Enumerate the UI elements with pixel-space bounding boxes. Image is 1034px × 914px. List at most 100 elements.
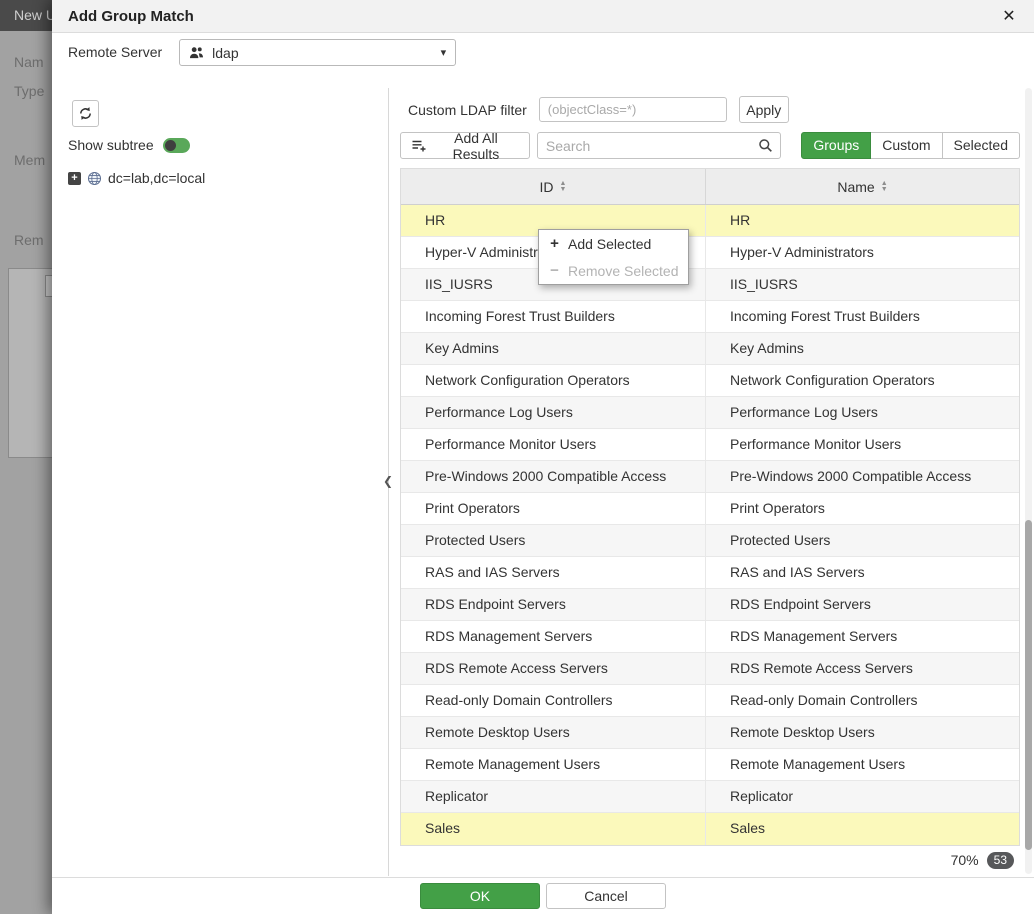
add-all-results-button[interactable]: Add All Results xyxy=(400,132,530,159)
plus-icon: + xyxy=(548,235,561,252)
table-row[interactable]: Performance Monitor UsersPerformance Mon… xyxy=(401,429,1019,461)
table-status-bar: 70% 53 xyxy=(400,846,1020,874)
row-id-cell[interactable]: Sales xyxy=(401,813,706,845)
row-id-cell[interactable]: RDS Management Servers xyxy=(401,621,706,652)
table-row[interactable]: Incoming Forest Trust BuildersIncoming F… xyxy=(401,301,1019,333)
row-name-cell[interactable]: Performance Monitor Users xyxy=(706,429,1019,460)
cancel-button[interactable]: Cancel xyxy=(546,883,666,909)
apply-button[interactable]: Apply xyxy=(739,96,789,123)
table-row[interactable]: Network Configuration OperatorsNetwork C… xyxy=(401,365,1019,397)
row-name-cell[interactable]: Sales xyxy=(706,813,1019,845)
row-id-cell[interactable]: Protected Users xyxy=(401,525,706,556)
ldap-server-icon xyxy=(189,46,204,59)
tab-custom[interactable]: Custom xyxy=(871,132,942,159)
row-id-cell[interactable]: Incoming Forest Trust Builders xyxy=(401,301,706,332)
tab-groups[interactable]: Groups xyxy=(801,132,871,159)
refresh-button[interactable] xyxy=(72,100,99,127)
ok-button[interactable]: OK xyxy=(420,883,540,909)
column-header-name[interactable]: Name ▲▼ xyxy=(706,169,1019,204)
table-row[interactable]: RDS Management ServersRDS Management Ser… xyxy=(401,621,1019,653)
menu-item-remove-selected[interactable]: − Remove Selected xyxy=(539,257,688,284)
row-name-cell[interactable]: RAS and IAS Servers xyxy=(706,557,1019,588)
table-row[interactable]: Print OperatorsPrint Operators xyxy=(401,493,1019,525)
row-name-cell[interactable]: Read-only Domain Controllers xyxy=(706,685,1019,716)
table-row[interactable]: Remote Management UsersRemote Management… xyxy=(401,749,1019,781)
add-all-results-label: Add All Results xyxy=(433,130,519,162)
row-name-cell[interactable]: IIS_IUSRS xyxy=(706,269,1019,300)
row-id-cell[interactable]: RAS and IAS Servers xyxy=(401,557,706,588)
row-id-cell[interactable]: RDS Remote Access Servers xyxy=(401,653,706,684)
tree-node-label: dc=lab,dc=local xyxy=(108,170,205,186)
row-id-cell[interactable]: Remote Desktop Users xyxy=(401,717,706,748)
background-label-type: Type xyxy=(14,83,44,99)
close-icon[interactable]: ✕ xyxy=(996,0,1022,33)
row-name-cell[interactable]: Pre-Windows 2000 Compatible Access xyxy=(706,461,1019,492)
table-row[interactable]: Performance Log UsersPerformance Log Use… xyxy=(401,397,1019,429)
row-name-cell[interactable]: RDS Management Servers xyxy=(706,621,1019,652)
expand-plus-icon[interactable]: + xyxy=(68,172,81,185)
row-name-cell[interactable]: Performance Log Users xyxy=(706,397,1019,428)
collapse-panel-icon[interactable]: ❮ xyxy=(379,470,397,492)
row-name-cell[interactable]: Remote Desktop Users xyxy=(706,717,1019,748)
table-row[interactable]: Read-only Domain ControllersRead-only Do… xyxy=(401,685,1019,717)
search-input[interactable] xyxy=(538,134,750,157)
table-row[interactable]: Key AdminsKey Admins xyxy=(401,333,1019,365)
row-id-cell[interactable]: RDS Endpoint Servers xyxy=(401,589,706,620)
ldap-tree-root[interactable]: + dc=lab,dc=local xyxy=(68,170,205,186)
row-id-cell[interactable]: Replicator xyxy=(401,781,706,812)
row-name-cell[interactable]: Incoming Forest Trust Builders xyxy=(706,301,1019,332)
tab-selected[interactable]: Selected xyxy=(943,132,1020,159)
sort-icon: ▲▼ xyxy=(881,181,888,193)
row-id-cell[interactable]: Read-only Domain Controllers xyxy=(401,685,706,716)
scroll-percent: 70% xyxy=(951,852,979,868)
search-box xyxy=(537,132,781,159)
row-id-cell[interactable]: Remote Management Users xyxy=(401,749,706,780)
row-id-cell[interactable]: Key Admins xyxy=(401,333,706,364)
table-row[interactable]: Hyper-V AdministratorsHyper-V Administra… xyxy=(401,237,1019,269)
row-id-cell[interactable]: Network Configuration Operators xyxy=(401,365,706,396)
row-name-cell[interactable]: Remote Management Users xyxy=(706,749,1019,780)
group-table: ID ▲▼ Name ▲▼ HRHRHyper-V Administrators… xyxy=(400,168,1020,846)
row-name-cell[interactable]: Print Operators xyxy=(706,493,1019,524)
show-subtree-label: Show subtree xyxy=(68,137,154,153)
table-row[interactable]: RAS and IAS ServersRAS and IAS Servers xyxy=(401,557,1019,589)
results-panel: Custom LDAP filter Apply Add All Results xyxy=(400,88,1020,874)
background-label-remote: Rem xyxy=(14,232,44,248)
row-name-cell[interactable]: RDS Remote Access Servers xyxy=(706,653,1019,684)
dialog-footer: OK Cancel xyxy=(52,877,1034,914)
table-row[interactable]: Protected UsersProtected Users xyxy=(401,525,1019,557)
row-name-cell[interactable]: Hyper-V Administrators xyxy=(706,237,1019,268)
row-id-cell[interactable]: Pre-Windows 2000 Compatible Access xyxy=(401,461,706,492)
row-name-cell[interactable]: HR xyxy=(706,205,1019,236)
table-row[interactable]: RDS Remote Access ServersRDS Remote Acce… xyxy=(401,653,1019,685)
row-id-cell[interactable]: Print Operators xyxy=(401,493,706,524)
column-header-id[interactable]: ID ▲▼ xyxy=(401,169,706,204)
menu-item-label: Add Selected xyxy=(568,236,651,252)
row-name-cell[interactable]: Network Configuration Operators xyxy=(706,365,1019,396)
menu-item-add-selected[interactable]: + Add Selected xyxy=(539,230,688,257)
table-row[interactable]: ReplicatorReplicator xyxy=(401,781,1019,813)
table-row[interactable]: RDS Endpoint ServersRDS Endpoint Servers xyxy=(401,589,1019,621)
table-row[interactable]: Pre-Windows 2000 Compatible AccessPre-Wi… xyxy=(401,461,1019,493)
search-icon[interactable] xyxy=(750,133,780,158)
row-name-cell[interactable]: RDS Endpoint Servers xyxy=(706,589,1019,620)
row-name-cell[interactable]: Replicator xyxy=(706,781,1019,812)
scrollbar-thumb[interactable] xyxy=(1025,520,1032,850)
refresh-icon xyxy=(78,106,93,121)
table-row[interactable]: Remote Desktop UsersRemote Desktop Users xyxy=(401,717,1019,749)
table-row[interactable]: SalesSales xyxy=(401,813,1019,845)
row-name-cell[interactable]: Key Admins xyxy=(706,333,1019,364)
toggle-knob xyxy=(165,140,176,151)
dialog-scrollbar[interactable] xyxy=(1025,88,1032,874)
dimmed-background: New U Nam Type Mem Rem * xyxy=(0,0,52,914)
row-id-cell[interactable]: Performance Log Users xyxy=(401,397,706,428)
ldap-filter-input[interactable] xyxy=(539,97,727,122)
table-row[interactable]: HRHR xyxy=(401,205,1019,237)
minus-icon: − xyxy=(548,262,561,279)
show-subtree-toggle[interactable] xyxy=(163,138,190,153)
remote-server-select[interactable]: ldap ▾ xyxy=(179,39,456,66)
table-row[interactable]: IIS_IUSRSIIS_IUSRS xyxy=(401,269,1019,301)
row-id-cell[interactable]: Performance Monitor Users xyxy=(401,429,706,460)
row-name-cell[interactable]: Protected Users xyxy=(706,525,1019,556)
background-label-members: Mem xyxy=(14,152,45,168)
